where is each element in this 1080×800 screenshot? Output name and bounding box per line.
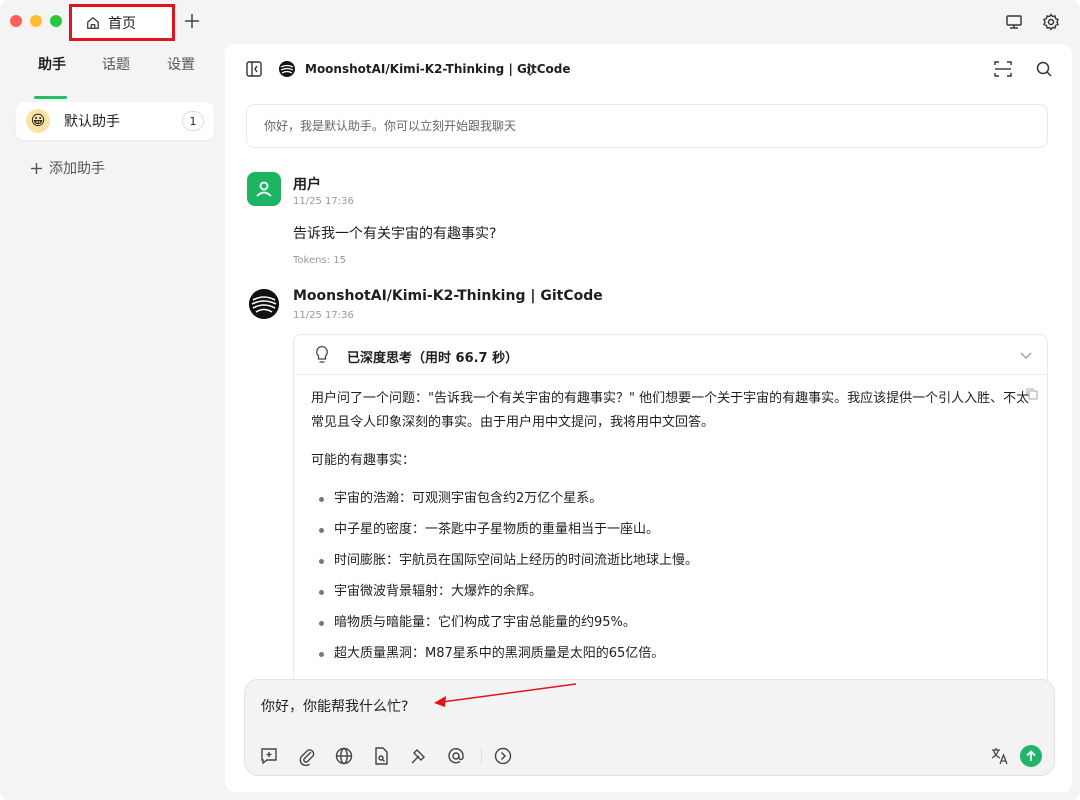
zoom-window-button[interactable] [50, 15, 62, 27]
token-count: Tokens: 15 [293, 255, 346, 266]
knowledge-file-icon[interactable] [371, 746, 391, 766]
new-topic-icon[interactable] [259, 746, 279, 766]
toolbar-divider [481, 748, 482, 764]
bot-message-time: 11/25 17:36 [293, 310, 354, 321]
active-tab-indicator [34, 96, 67, 99]
sidebar: 助手 话题 设置 😀 默认助手 1 添加助手 [0, 44, 224, 800]
user-avatar [247, 172, 281, 206]
thinking-content: 用户问了一个问题："告诉我一个有关宇宙的有趣事实？" 他们想要一个关于宇宙的有趣… [311, 387, 1031, 673]
send-button[interactable] [1020, 745, 1042, 767]
list-item: 中子星的密度：一茶匙中子星物质的重量相当于一座山。 [319, 518, 1031, 542]
search-icon[interactable] [1035, 60, 1053, 78]
thinking-paragraph: 用户问了一个问题："告诉我一个有关宇宙的有趣事实？" 他们想要一个关于宇宙的有趣… [311, 391, 1030, 430]
user-message-time: 11/25 17:36 [293, 196, 354, 207]
annotation-arrow [434, 683, 577, 707]
gear-icon[interactable] [1042, 13, 1060, 31]
title-bar: 首页 [0, 0, 1080, 44]
chevron-down-icon[interactable] [1019, 350, 1033, 360]
hammer-icon[interactable] [408, 746, 428, 766]
plus-icon [31, 162, 42, 174]
user-name: 用户 [293, 177, 321, 193]
chat-header: MoonshotAI/Kimi-K2-Thinking | GitCode [225, 44, 1072, 94]
chevron-updown-icon[interactable] [525, 63, 535, 77]
fact-list: 宇宙的浩瀚：可观测宇宙包含约2万亿个星系。 中子星的密度：一茶匙中子星物质的重量… [311, 487, 1031, 666]
list-item: 暗物质与暗能量：它们构成了宇宙总能量的约95%。 [319, 611, 1031, 635]
topic-count-badge: 1 [182, 111, 204, 131]
app-window: 首页 助手 话题 设置 😀 默认助手 1 添加助手 MoonshotAI/Kim… [0, 0, 1080, 800]
home-icon [87, 16, 99, 29]
assistant-name: 默认助手 [64, 114, 120, 130]
mention-icon[interactable] [446, 746, 466, 766]
plus-icon[interactable] [183, 12, 201, 30]
expand-arrow-icon[interactable] [493, 746, 513, 766]
globe-icon[interactable] [334, 746, 354, 766]
attachment-icon[interactable] [297, 746, 317, 766]
thinking-paragraph: 可能的有趣事实： [311, 453, 416, 468]
monitor-icon[interactable] [1005, 13, 1023, 31]
tab-settings[interactable]: 设置 [167, 54, 195, 74]
sidebar-tabs: 助手 话题 设置 [0, 54, 224, 99]
capture-icon[interactable] [993, 60, 1013, 78]
list-item: 时间膨胀：宇航员在国际空间站上经历的时间流逝比地球上慢。 [319, 549, 1031, 573]
close-window-button[interactable] [10, 15, 22, 27]
tab-assistants[interactable]: 助手 [38, 54, 66, 74]
list-item: 宇宙微波背景辐射：大爆炸的余辉。 [319, 580, 1031, 604]
model-logo-icon [279, 61, 295, 77]
user-message-text: 告诉我一个有关宇宙的有趣事实? [293, 226, 497, 242]
message-input[interactable]: 你好，你能帮我什么忙? [261, 696, 408, 716]
list-item: 宇宙的浩瀚：可观测宇宙包含约2万亿个星系。 [319, 487, 1031, 511]
user-icon [256, 181, 272, 197]
assistant-greeting: 你好，我是默认助手。你可以立刻开始跟我聊天 [246, 104, 1048, 148]
bot-name: MoonshotAI/Kimi-K2-Thinking | GitCode [293, 288, 603, 304]
tab-label: 首页 [108, 15, 136, 32]
bot-avatar [249, 289, 279, 319]
translate-icon[interactable] [990, 746, 1010, 766]
assistant-avatar: 😀 [26, 109, 50, 133]
tab-home[interactable]: 首页 [69, 4, 175, 41]
message-input-box[interactable]: 你好，你能帮我什么忙? [244, 679, 1055, 776]
minimize-window-button[interactable] [30, 15, 42, 27]
sidebar-item-default-assistant[interactable]: 😀 默认助手 1 [16, 102, 214, 140]
thinking-header[interactable]: 已深度思考（用时 66.7 秒） [294, 335, 1047, 375]
arrow-up-icon [1026, 750, 1036, 761]
toggle-sidebar-icon[interactable] [245, 60, 263, 78]
thinking-panel: 已深度思考（用时 66.7 秒） 用户问了一个问题："告诉我一个有关宇宙的有趣事… [293, 334, 1048, 684]
add-assistant-label: 添加助手 [49, 161, 105, 177]
thinking-title: 已深度思考（用时 66.7 秒） [347, 351, 519, 366]
add-assistant-button[interactable]: 添加助手 [30, 158, 105, 178]
list-item: 超大质量黑洞：M87星系中的黑洞质量是太阳的65亿倍。 [319, 642, 1031, 666]
lightbulb-icon [316, 345, 328, 363]
tab-topics[interactable]: 话题 [102, 54, 130, 74]
